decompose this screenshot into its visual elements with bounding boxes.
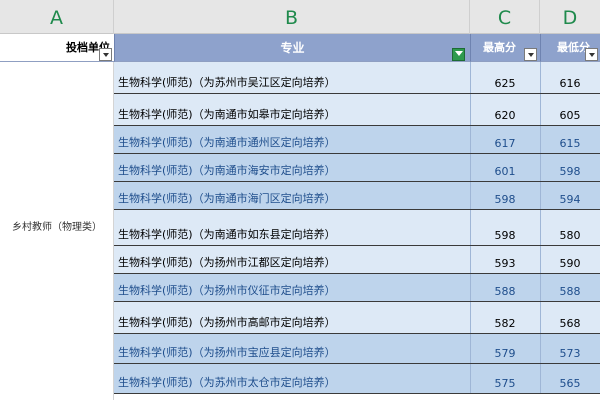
min-score-cell[interactable]: 605 — [540, 109, 600, 122]
max-score-cell[interactable]: 598 — [470, 193, 540, 206]
table-row[interactable]: 生物科学(师范)（为南通市海安市定向培养） 601 598 — [114, 154, 600, 182]
column-letter-b[interactable]: B — [114, 0, 470, 34]
filter-active-icon[interactable] — [452, 48, 465, 61]
max-score-cell[interactable]: 593 — [470, 257, 540, 270]
max-score-cell[interactable]: 598 — [470, 229, 540, 242]
major-cell[interactable]: 生物科学(师范)（为南通市通州区定向培养） — [118, 134, 336, 150]
max-score-cell[interactable]: 575 — [470, 377, 540, 390]
category-label: 乡村教师（物理类） — [12, 222, 102, 233]
major-cell[interactable]: 生物科学(师范)（为南通市海门区定向培养） — [118, 190, 336, 206]
major-cell[interactable]: 生物科学(师范)（为扬州市江都区定向培养） — [118, 254, 336, 270]
max-score-cell[interactable]: 579 — [470, 347, 540, 360]
column-letter-a[interactable]: A — [0, 0, 114, 34]
min-score-cell[interactable]: 568 — [540, 317, 600, 330]
major-cell[interactable]: 生物科学(师范)（为南通市如皋市定向培养） — [118, 106, 336, 122]
table-row[interactable]: 生物科学(师范)（为扬州市宝应县定向培养） 579 573 — [114, 334, 600, 364]
table-row[interactable]: 生物科学(师范)（为南通市如东县定向培养） 598 580 — [114, 210, 600, 246]
min-score-cell[interactable]: 590 — [540, 257, 600, 270]
header-cell-major[interactable]: 专业 — [114, 34, 470, 62]
major-cell[interactable]: 生物科学(师范)（为南通市如东县定向培养） — [118, 226, 336, 242]
filter-dropdown-unit[interactable] — [99, 48, 112, 61]
table-row[interactable]: 生物科学(师范)（为南通市通州区定向培养） 617 615 — [114, 126, 600, 154]
min-score-cell[interactable]: 615 — [540, 137, 600, 150]
table-row[interactable]: 生物科学(师范)（为苏州市太仓市定向培养） 575 565 — [114, 364, 600, 394]
min-score-cell[interactable]: 588 — [540, 285, 600, 298]
filter-dropdown-min[interactable] — [585, 48, 598, 61]
major-cell[interactable]: 生物科学(师范)（为扬州市高邮市定向培养） — [118, 314, 336, 330]
max-score-cell[interactable]: 588 — [470, 285, 540, 298]
max-score-cell[interactable]: 617 — [470, 137, 540, 150]
column-letter-d[interactable]: D — [540, 0, 600, 34]
min-score-cell[interactable]: 580 — [540, 229, 600, 242]
major-cell[interactable]: 生物科学(师范)（为扬州市宝应县定向培养） — [118, 344, 336, 360]
min-score-cell[interactable]: 594 — [540, 193, 600, 206]
min-score-cell[interactable]: 565 — [540, 377, 600, 390]
table-row[interactable]: 生物科学(师范)（为扬州市仪征市定向培养） 588 588 — [114, 274, 600, 302]
table-row[interactable]: 生物科学(师范)（为南通市海门区定向培养） 598 594 — [114, 182, 600, 210]
header-cell-unit[interactable]: 投档单位 — [0, 34, 114, 62]
major-cell[interactable]: 生物科学(师范)（为南通市海安市定向培养） — [118, 162, 336, 178]
min-score-cell[interactable]: 573 — [540, 347, 600, 360]
max-score-cell[interactable]: 582 — [470, 317, 540, 330]
max-score-cell[interactable]: 625 — [470, 77, 540, 90]
major-cell[interactable]: 生物科学(师范)（为苏州市太仓市定向培养） — [118, 374, 336, 390]
max-score-cell[interactable]: 620 — [470, 109, 540, 122]
major-cell[interactable]: 生物科学(师范)（为扬州市仪征市定向培养） — [118, 282, 336, 298]
header-max-label: 最高分 — [483, 41, 516, 54]
min-score-cell[interactable]: 616 — [540, 77, 600, 90]
min-score-cell[interactable]: 598 — [540, 165, 600, 178]
table-row[interactable]: 生物科学(师范)（为扬州市江都区定向培养） 593 590 — [114, 246, 600, 274]
filter-dropdown-max[interactable] — [524, 48, 537, 61]
max-score-cell[interactable]: 601 — [470, 165, 540, 178]
major-cell[interactable]: 生物科学(师范)（为苏州市吴江区定向培养） — [118, 74, 336, 90]
table-row[interactable]: 生物科学(师范)（为南通市如皋市定向培养） 620 605 — [114, 94, 600, 126]
table-row[interactable]: 生物科学(师范)（为扬州市高邮市定向培养） 582 568 — [114, 302, 600, 334]
column-letter-c[interactable]: C — [470, 0, 540, 34]
header-major-label: 专业 — [280, 41, 305, 55]
table-row[interactable]: 生物科学(师范)（为苏州市吴江区定向培养） 625 616 — [114, 62, 600, 94]
